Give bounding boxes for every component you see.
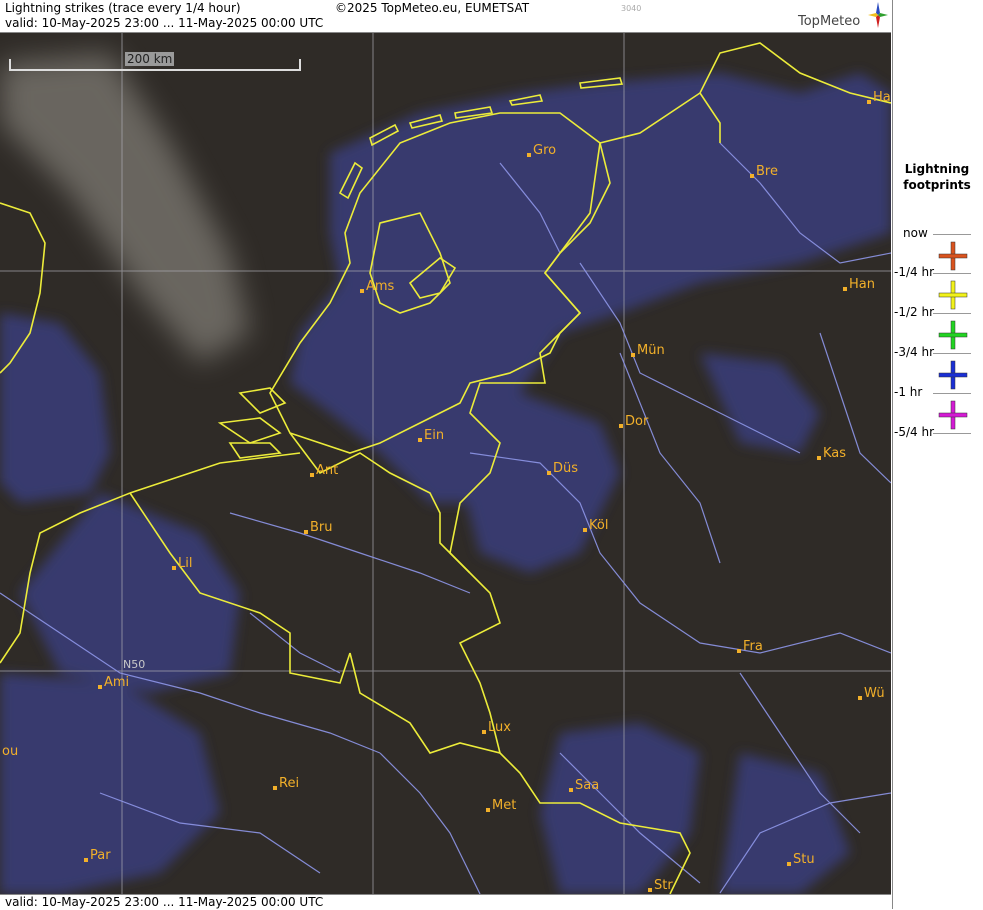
city-label: Fra <box>737 639 763 654</box>
legend-rule <box>933 393 971 394</box>
legend-title-2: footprints <box>903 178 971 192</box>
header-bar: Lightning strikes (trace every 1/4 hour)… <box>0 0 891 33</box>
city-label: Ant <box>310 463 338 478</box>
city-label: Bru <box>304 520 333 535</box>
lightning-cross-icon <box>938 320 968 350</box>
city-label: Lux <box>482 720 511 735</box>
city-label: Ami <box>98 675 129 690</box>
topmeteo-logo[interactable]: TopMeteo <box>798 2 890 30</box>
city-label: Met <box>486 798 516 813</box>
city-label: Saa <box>569 778 599 793</box>
legend-rule <box>933 273 971 274</box>
map-background <box>0 33 891 894</box>
city-label: Dor <box>619 414 648 429</box>
city-label: Kas <box>817 446 846 461</box>
city-label: Str <box>648 878 673 893</box>
city-label: Köl <box>583 518 608 533</box>
city-label: Gro <box>527 143 556 158</box>
lightning-cross-icon <box>938 400 968 430</box>
scale-label: 200 km <box>125 52 175 66</box>
legend-label-three-quarter: -3/4 hr <box>894 345 934 359</box>
city-label: Ein <box>418 428 444 443</box>
city-label: ou <box>2 744 19 759</box>
lightning-cross-icon <box>938 241 968 271</box>
lightning-legend: Lightning footprints now -1/4 hr -1/2 hr… <box>892 0 983 909</box>
city-label: Düs <box>547 461 578 476</box>
city-label: Mün <box>631 343 665 358</box>
city-label: Ha <box>867 90 891 105</box>
legend-rule <box>933 313 971 314</box>
footer-bar: valid: 10-May-2025 23:00 ... 11-May-2025… <box>0 894 891 910</box>
map-title: Lightning strikes (trace every 1/4 hour) <box>5 1 241 15</box>
city-label: Lil <box>172 556 192 571</box>
latitude-label: N50 <box>123 658 146 671</box>
lightning-cross-icon <box>938 280 968 310</box>
compass-logo-icon <box>868 2 888 28</box>
city-label: Bre <box>750 164 778 179</box>
city-label: Stu <box>787 852 815 867</box>
logo-text: TopMeteo <box>798 14 861 29</box>
legend-title-1: Lightning <box>904 162 970 176</box>
legend-label-one-hour: -1 hr <box>894 385 923 399</box>
city-label: Rei <box>273 776 299 791</box>
city-label: Han <box>843 277 875 292</box>
legend-label-half: -1/2 hr <box>894 305 934 319</box>
copyright-text: ©2025 TopMeteo.eu, EUMETSAT <box>335 1 530 15</box>
legend-label-five-quarter: -5/4 hr <box>894 425 934 439</box>
legend-label-quarter: -1/4 hr <box>894 265 934 279</box>
legend-rule <box>933 353 971 354</box>
city-label: Wü <box>858 686 885 701</box>
lightning-cross-icon <box>938 360 968 390</box>
legend-rule <box>933 433 971 434</box>
legend-rule <box>933 234 971 235</box>
legend-label-now: now <box>903 226 928 240</box>
small-code: 3040 <box>621 4 642 13</box>
city-label: Ams <box>360 279 394 294</box>
satellite-map[interactable]: 200 km N50 Gro Bre Ha Ams Han Mün Dor Ei… <box>0 33 891 894</box>
footer-valid-time: valid: 10-May-2025 23:00 ... 11-May-2025… <box>5 895 324 909</box>
valid-time: valid: 10-May-2025 23:00 ... 11-May-2025… <box>5 16 324 30</box>
city-label: Par <box>84 848 111 863</box>
